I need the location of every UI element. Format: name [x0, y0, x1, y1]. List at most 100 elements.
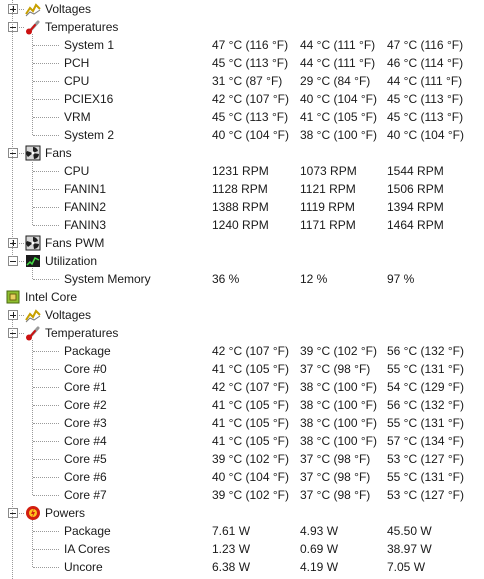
sensor-row[interactable]: System 1 47 °C (116 °F) 44 °C (111 °F) 47 °… [0, 36, 484, 54]
node-label: System 2 [64, 128, 115, 142]
collapse-icon[interactable] [8, 256, 18, 266]
sensor-row[interactable]: CPU 1231 RPM 1073 RPM 1544 RPM [0, 162, 484, 180]
tree-guide-line [19, 27, 24, 28]
node-label: Intel Core [25, 290, 78, 304]
expand-icon[interactable] [8, 310, 18, 320]
value-cell: 45 °C (113 °F) [212, 110, 289, 124]
node-label: Utilization [45, 254, 98, 268]
node-label: CPU [64, 74, 90, 88]
node-label: Powers [45, 506, 86, 520]
sensor-row[interactable]: Core #1 42 °C (107 °F) 38 °C (100 °F) 54 °C… [0, 378, 484, 396]
min-cell: 1119 RPM [300, 200, 355, 214]
sensor-row[interactable]: Uncore 6.38 W 4.19 W 7.05 W [0, 558, 484, 576]
max-cell: 56 °C (132 °F) [387, 398, 464, 412]
value-cell: 45 °C (113 °F) [212, 56, 289, 70]
tree-guide-line [12, 320, 13, 579]
min-cell: 38 °C (100 °F) [300, 128, 377, 142]
tree-guide-line [33, 45, 59, 46]
node-label: Voltages [45, 2, 92, 16]
max-cell: 1544 RPM [387, 164, 444, 178]
node-voltages[interactable]: Voltages [0, 0, 484, 18]
value-cell: 41 °C (105 °F) [212, 434, 289, 448]
min-cell: 1121 RPM [300, 182, 356, 196]
node-label: CPU [64, 164, 90, 178]
sensor-row[interactable]: FANIN2 1388 RPM 1119 RPM 1394 RPM [0, 198, 484, 216]
node-label: FANIN1 [64, 182, 107, 196]
value-cell: 39 °C (102 °F) [212, 452, 289, 466]
sensor-row[interactable]: VRM 45 °C (113 °F) 41 °C (105 °F) 45 °C (11… [0, 108, 484, 126]
min-cell: 4.93 W [300, 524, 339, 538]
tree-guide-line [33, 549, 59, 550]
sensor-row[interactable]: CPU 31 °C (87 °F) 29 °C (84 °F) 44 °C (111 … [0, 72, 484, 90]
sensor-row[interactable]: Core #4 41 °C (105 °F) 38 °C (100 °F) 57 °C… [0, 432, 484, 450]
min-cell: 44 °C (111 °F) [300, 38, 376, 52]
node-fans-pwm[interactable]: Fans PWM [0, 234, 484, 252]
tree-guide-line [32, 34, 33, 135]
tree-guide-line [33, 351, 59, 352]
node-utilization[interactable]: Utilization [0, 252, 484, 270]
value-cell: 47 °C (116 °F) [212, 38, 289, 52]
node-fans[interactable]: Fans [0, 144, 484, 162]
sensor-row[interactable]: Package 42 °C (107 °F) 39 °C (102 °F) 56 °C… [0, 342, 484, 360]
sensor-row[interactable]: Core #7 39 °C (102 °F) 37 °C (98 °F) 53 °C … [0, 486, 484, 504]
min-cell: 4.19 W [300, 560, 339, 574]
collapse-icon[interactable] [8, 328, 18, 338]
node-label: PCIEX16 [64, 92, 114, 106]
value-cell: 41 °C (105 °F) [212, 398, 289, 412]
node-powers[interactable]: Powers [0, 504, 484, 522]
collapse-icon[interactable] [8, 22, 18, 32]
voltage-graph-icon [25, 1, 41, 17]
max-cell: 45.50 W [387, 524, 432, 538]
sensor-tree: Voltages Temperatures System 1 47 °C (116 °… [0, 0, 484, 579]
node-label: System Memory [64, 272, 151, 286]
node-label: Core #5 [64, 452, 107, 466]
min-cell: 12 % [300, 272, 328, 286]
sensor-row[interactable]: PCH 45 °C (113 °F) 44 °C (111 °F) 46 °C (11… [0, 54, 484, 72]
node-voltages[interactable]: Voltages [0, 306, 484, 324]
sensor-row[interactable]: Core #3 41 °C (105 °F) 38 °C (100 °F) 55 °C… [0, 414, 484, 432]
node-label: Core #4 [64, 434, 107, 448]
tree-guide-line [32, 340, 33, 495]
sensor-row[interactable]: FANIN3 1240 RPM 1171 RPM 1464 RPM [0, 216, 484, 234]
value-cell: 40 °C (104 °F) [212, 128, 289, 142]
node-intel-core[interactable]: Intel Core [0, 288, 484, 306]
tree-guide-line [19, 243, 24, 244]
max-cell: 45 °C (113 °F) [387, 110, 464, 124]
tree-guide-line [12, 0, 13, 257]
collapse-icon[interactable] [8, 148, 18, 158]
collapse-icon[interactable] [8, 508, 18, 518]
tree-guide-line [19, 261, 24, 262]
max-cell: 40 °C (104 °F) [387, 128, 464, 142]
tree-guide-line [33, 441, 59, 442]
node-temperatures[interactable]: Temperatures [0, 18, 484, 36]
tree-guide-line [19, 9, 24, 10]
tree-guide-line [32, 520, 33, 567]
sensor-row[interactable]: FANIN1 1128 RPM 1121 RPM 1506 RPM [0, 180, 484, 198]
value-cell: 41 °C (105 °F) [212, 416, 289, 430]
sensor-row[interactable]: Core #0 41 °C (105 °F) 37 °C (98 °F) 55 °C … [0, 360, 484, 378]
sensor-row[interactable]: PCIEX16 42 °C (107 °F) 40 °C (104 °F) 45 °C… [0, 90, 484, 108]
node-temperatures[interactable]: Temperatures [0, 324, 484, 342]
max-cell: 97 % [387, 272, 415, 286]
sensor-row[interactable]: IA Cores 1.23 W 0.69 W 38.97 W [0, 540, 484, 558]
sensor-row[interactable]: System Memory 36 % 12 % 97 % [0, 270, 484, 288]
value-cell: 6.38 W [212, 560, 251, 574]
tree-guide-line [33, 117, 59, 118]
sensor-row[interactable]: Core #2 41 °C (105 °F) 38 °C (100 °F) 56 °C… [0, 396, 484, 414]
node-label: VRM [64, 110, 91, 124]
expand-icon[interactable] [8, 238, 18, 248]
max-cell: 1394 RPM [387, 200, 444, 214]
expand-icon[interactable] [8, 4, 18, 14]
value-cell: 42 °C (107 °F) [212, 380, 289, 394]
sensor-row[interactable]: Core #5 39 °C (102 °F) 37 °C (98 °F) 53 °C … [0, 450, 484, 468]
node-label: FANIN2 [64, 200, 107, 214]
tree-guide-line [33, 279, 59, 280]
tree-guide-line [32, 268, 33, 279]
node-label: Core #3 [64, 416, 107, 430]
tree-guide-line [19, 153, 24, 154]
min-cell: 1171 RPM [300, 218, 356, 232]
sensor-row[interactable]: Core #6 40 °C (104 °F) 37 °C (98 °F) 55 °C … [0, 468, 484, 486]
max-cell: 57 °C (134 °F) [387, 434, 464, 448]
sensor-row[interactable]: Package 7.61 W 4.93 W 45.50 W [0, 522, 484, 540]
sensor-row[interactable]: System 2 40 °C (104 °F) 38 °C (100 °F) 40 °… [0, 126, 484, 144]
